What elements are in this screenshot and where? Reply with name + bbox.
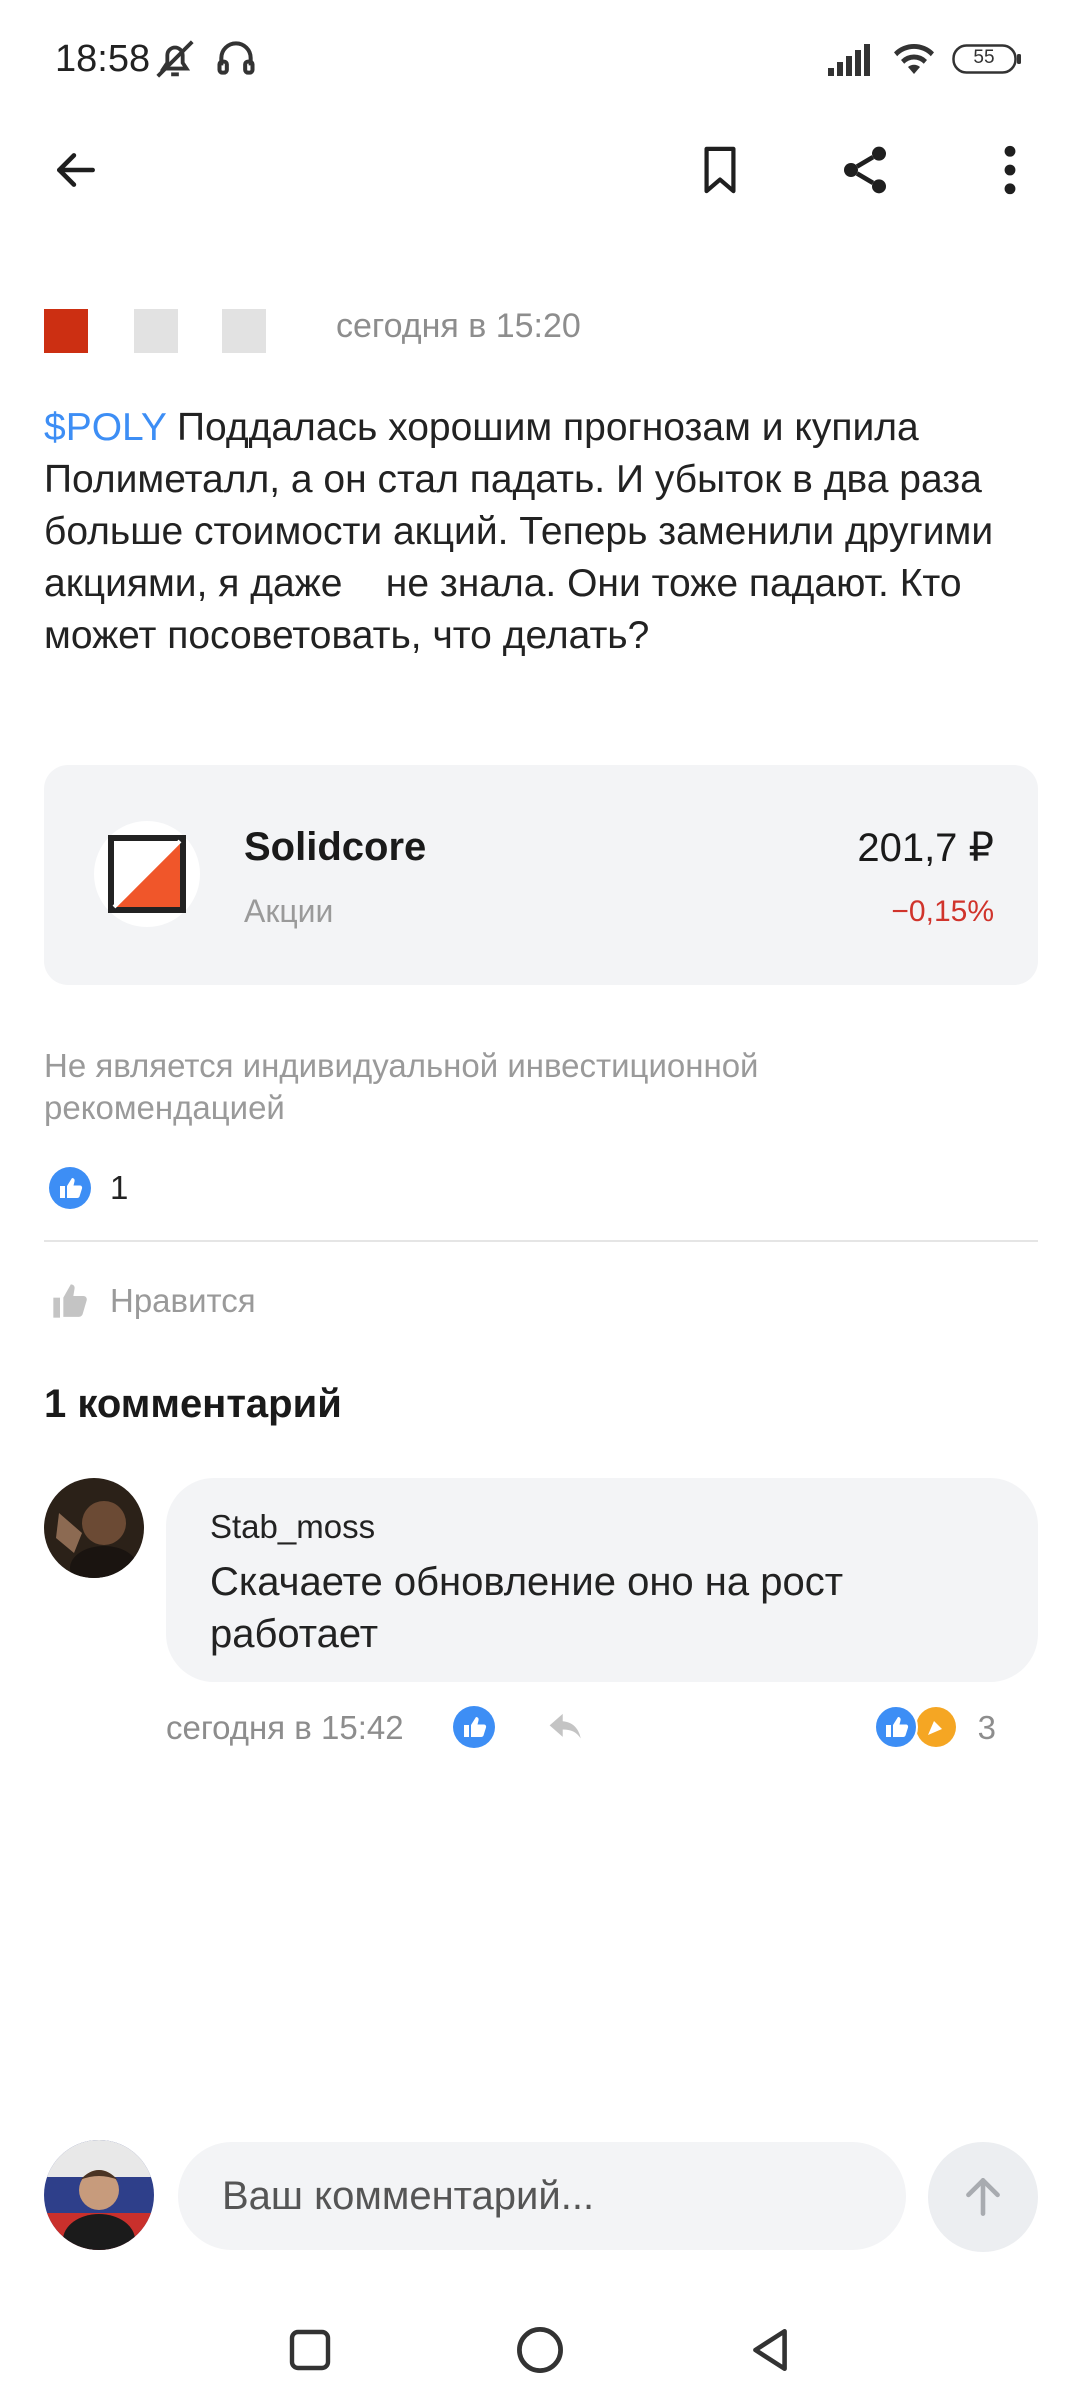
square-icon [289, 2329, 331, 2371]
back-arrow-icon [57, 153, 95, 187]
share-button[interactable] [825, 130, 905, 210]
thumbs-up-icon [53, 1284, 87, 1318]
system-nav-bar [0, 2300, 1080, 2400]
author-name-placeholder[interactable] [134, 309, 178, 353]
instrument-price: 201,7 ₽ [857, 826, 994, 870]
post-text: $POLY Поддалась хорошим прогнозам и купи… [44, 402, 1044, 662]
comment-meta: сегодня в 15:42 3 [166, 1705, 996, 1755]
ticker-link[interactable]: $POLY [44, 406, 166, 449]
comment-author[interactable]: Stab_moss [210, 1508, 375, 1546]
instrument-change: −0,15% [891, 895, 994, 928]
wifi-icon [890, 38, 938, 83]
status-bar: 18:58 55 [0, 0, 1080, 120]
like-label: Нравится [110, 1282, 256, 1319]
post-reactions[interactable]: 1 [48, 1163, 128, 1213]
home-button[interactable] [500, 2310, 580, 2390]
comment-composer [0, 2140, 1080, 2260]
share-icon [844, 146, 886, 194]
back-button[interactable] [36, 130, 116, 210]
comment-input[interactable] [178, 2142, 906, 2250]
author-avatar[interactable] [44, 309, 88, 353]
commenter-avatar[interactable] [44, 1478, 144, 1578]
status-time: 18:58 [55, 38, 151, 80]
disclaimer: Не является индивидуальной инвестиционно… [44, 1047, 759, 1126]
bookmark-icon [704, 146, 736, 194]
triangle-back-icon [753, 2328, 787, 2372]
more-vertical-icon [1004, 145, 1016, 195]
send-button[interactable] [928, 2142, 1038, 2252]
recent-apps-button[interactable] [270, 2310, 350, 2390]
author-handle-placeholder [222, 309, 266, 353]
post-reactions-count: 1 [110, 1169, 129, 1206]
instrument-type: Акции [244, 893, 334, 929]
back-nav-button[interactable] [730, 2310, 810, 2390]
comment-like-icon[interactable] [452, 1705, 496, 1754]
post-body-text: Поддалась хорошим прогнозам и купила Пол… [44, 406, 1004, 657]
instrument-name: Solidcore [244, 825, 427, 869]
my-avatar[interactable] [44, 2140, 154, 2250]
reply-icon[interactable] [546, 1709, 586, 1750]
more-button[interactable] [970, 130, 1050, 210]
app-bar [0, 120, 1080, 220]
post-header: сегодня в 15:20 [44, 305, 1044, 355]
reactions-summary-icon[interactable] [874, 1705, 958, 1754]
comments-title: 1 комментарий [44, 1382, 342, 1426]
comment-time: сегодня в 15:42 [166, 1709, 404, 1746]
arrow-up-icon [966, 2178, 1000, 2216]
divider [44, 1240, 1038, 1242]
like-button[interactable]: Нравится [50, 1276, 256, 1326]
bell-off-icon [152, 36, 198, 87]
bookmark-button[interactable] [680, 130, 760, 210]
signal-icon [828, 42, 878, 81]
comment-text: Скачаете обновление оно на рост работает [210, 1560, 844, 1656]
headphones-icon [214, 36, 258, 85]
thumbs-up-reaction-icon [49, 1167, 91, 1209]
comment-reactions-count: 3 [977, 1709, 996, 1746]
post-time: сегодня в 15:20 [336, 307, 581, 345]
comment-bubble: Stab_moss Скачаете обновление оно на рос… [166, 1478, 1038, 1682]
battery-level: 55 [973, 47, 995, 68]
solidcore-logo-icon [94, 821, 200, 927]
circle-icon [517, 2327, 563, 2373]
instrument-card[interactable]: Solidcore Акции 201,7 ₽ −0,15% [44, 765, 1038, 985]
battery-icon: 55 [952, 44, 1022, 79]
